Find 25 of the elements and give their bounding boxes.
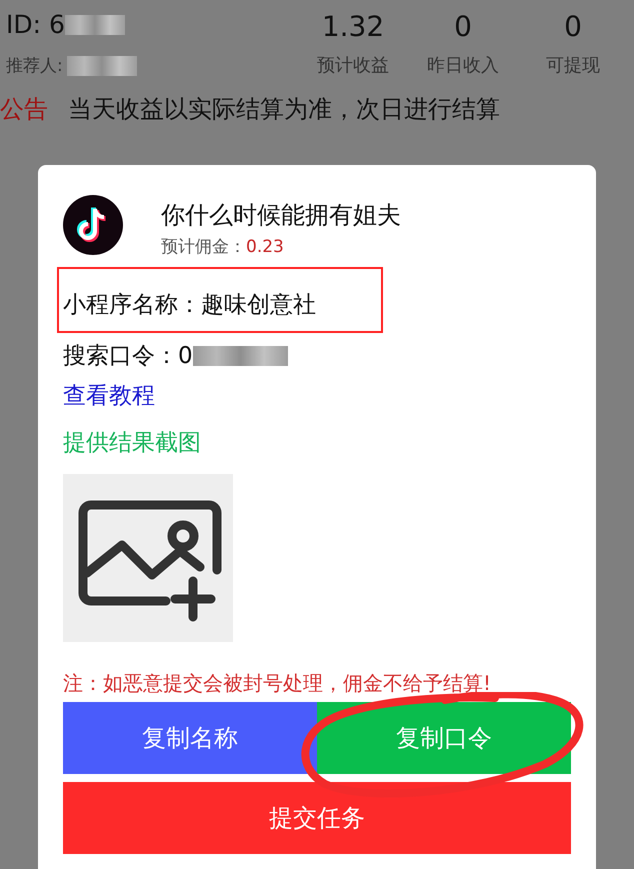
music-note-icon: [63, 195, 123, 255]
stat-value: 0: [454, 9, 472, 45]
search-code: 搜索口令：0: [63, 342, 193, 370]
redacted-block: [64, 14, 125, 35]
upload-image-button[interactable]: [63, 474, 233, 642]
stat-label: 可提现: [546, 54, 600, 78]
user-id: ID: 6: [6, 9, 65, 41]
task-title: 你什么时候能拥有姐夫: [161, 200, 401, 231]
copy-button[interactable]: 复制口令: [317, 702, 571, 774]
notice-text: 当天收益以实际结算为准，次日进行结算: [68, 94, 500, 125]
referrer-label: 推荐人:: [6, 54, 63, 78]
submit-button[interactable]: 提交任务: [63, 782, 571, 854]
upload-label: 提供结果截图: [63, 428, 202, 458]
commission-label: 预计佣金：: [161, 236, 246, 259]
stat-value: 1.32: [322, 9, 384, 45]
redacted-block: [66, 56, 137, 76]
tutorial-link[interactable]: 查看教程: [63, 379, 571, 414]
mini-program-name: 小程序名称：趣味创意社: [63, 291, 316, 320]
stat-value: 0: [564, 9, 582, 45]
notice-tag: 公告: [0, 91, 48, 127]
copy-button[interactable]: 复制名称: [63, 702, 317, 774]
commission-value: 0.23: [246, 236, 284, 259]
warning-note: 注：如恶意提交会被封号处理，佣金不给予结算!: [63, 670, 492, 697]
stat-label: 预计收益: [317, 54, 389, 78]
stat-label: 昨日收入: [427, 54, 499, 78]
